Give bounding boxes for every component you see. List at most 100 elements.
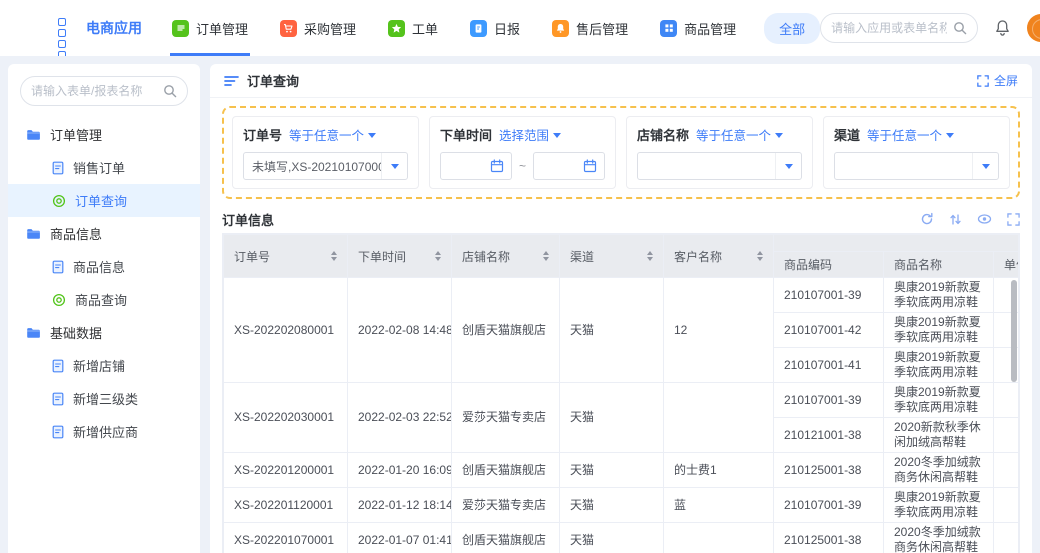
select-arrow-button[interactable] bbox=[775, 153, 801, 179]
cart-icon bbox=[280, 20, 297, 37]
bell-icon bbox=[552, 20, 569, 37]
tree-item[interactable]: 商品查询 bbox=[8, 283, 200, 316]
notification-bell-icon[interactable] bbox=[994, 19, 1011, 37]
column-header[interactable]: 下单时间 bbox=[348, 235, 452, 278]
select-value bbox=[638, 153, 775, 179]
form-icon bbox=[52, 392, 64, 406]
column-header-label: 客户名称 bbox=[674, 248, 722, 265]
tree-item[interactable]: 新增三级类 bbox=[8, 382, 200, 415]
form-icon bbox=[52, 359, 64, 373]
tab-purchase-mgmt[interactable]: 采购管理 bbox=[278, 0, 358, 56]
form-tree: 订单管理销售订单订单查询商品信息商品信息商品查询基础数据新增店铺新增三级类新增供… bbox=[8, 118, 200, 448]
table-row: XS-2022020300012022-02-03 22:52:57爱莎天猫专卖… bbox=[224, 383, 1019, 418]
column-header[interactable]: 渠道 bbox=[560, 235, 664, 278]
sub-column-header[interactable]: 商品名称 bbox=[884, 252, 994, 278]
product-name-cell: 2020新款秋季休闲加绒高帮鞋 bbox=[884, 418, 994, 453]
form-search[interactable] bbox=[20, 76, 188, 106]
sub-column-header[interactable]: 商品编码 bbox=[774, 252, 884, 278]
sort-arrows-icon[interactable] bbox=[757, 248, 763, 264]
tree-folder-label: 商品信息 bbox=[50, 224, 102, 243]
filter-label: 渠道 bbox=[834, 125, 860, 144]
filter-condition-dropdown[interactable]: 选择范围 bbox=[499, 125, 561, 144]
product-name-cell: 奥康2019新款夏季软底两用凉鞋 bbox=[884, 348, 994, 383]
tab-label: 售后管理 bbox=[576, 19, 628, 38]
shop-cell: 创盾天猫旗舰店 bbox=[452, 523, 560, 553]
tab-work-order[interactable]: 工单 bbox=[386, 0, 440, 56]
order-time-cell: 2022-01-12 18:14:22 bbox=[348, 488, 452, 523]
tree-item[interactable]: 销售订单 bbox=[8, 151, 200, 184]
page-header: 订单查询 全屏 bbox=[210, 64, 1032, 98]
tab-daily-report[interactable]: 日报 bbox=[468, 0, 522, 56]
chevron-down-icon bbox=[982, 164, 990, 173]
customer-cell: 12 bbox=[664, 278, 774, 383]
expand-icon[interactable] bbox=[1007, 213, 1020, 226]
tree-item[interactable]: 新增供应商 bbox=[8, 415, 200, 448]
chevron-down-icon bbox=[946, 133, 954, 142]
calendar-icon[interactable] bbox=[583, 159, 597, 173]
product-name-cell: 奥康2019新款夏季软底两用凉鞋 bbox=[884, 383, 994, 418]
select-arrow-button[interactable] bbox=[381, 153, 407, 179]
sort-arrows-icon[interactable] bbox=[647, 248, 653, 264]
tree-item-label: 商品信息 bbox=[73, 257, 125, 276]
product-name-cell: 奥康2019新款夏季软底两用凉鞋 bbox=[884, 278, 994, 313]
filter-condition-label: 等于任意一个 bbox=[289, 125, 364, 144]
topbar: 电商应用 订单管理采购管理工单日报售后管理商品管理 全部 bbox=[0, 0, 1040, 56]
search-icon[interactable] bbox=[163, 84, 177, 98]
customer-cell bbox=[664, 383, 774, 453]
sort-icon[interactable] bbox=[949, 213, 962, 226]
filter-condition-dropdown[interactable]: 等于任意一个 bbox=[696, 125, 783, 144]
visibility-icon[interactable] bbox=[977, 213, 992, 225]
grid-toolbar bbox=[920, 212, 1020, 226]
global-search-input[interactable] bbox=[831, 21, 947, 35]
select-value bbox=[835, 153, 972, 179]
order-time-cell: 2022-02-03 22:52:57 bbox=[348, 383, 452, 453]
sort-arrows-icon[interactable] bbox=[435, 248, 441, 264]
global-search[interactable] bbox=[820, 13, 978, 43]
calendar-icon[interactable] bbox=[490, 159, 504, 173]
tree-item[interactable]: 商品信息 bbox=[8, 250, 200, 283]
order-time-start-input[interactable] bbox=[440, 152, 512, 180]
order-no-cell: XS-202202080001 bbox=[224, 278, 348, 383]
filter-channel: 渠道等于任意一个 bbox=[823, 116, 1010, 189]
tree-item[interactable]: 新增店铺 bbox=[8, 349, 200, 382]
form-search-input[interactable] bbox=[31, 84, 157, 98]
search-icon[interactable] bbox=[953, 21, 967, 35]
shop-name-select[interactable] bbox=[637, 152, 802, 180]
column-header[interactable]: 店铺名称 bbox=[452, 235, 560, 278]
tree-folder[interactable]: 订单管理 bbox=[8, 118, 200, 151]
channel-select[interactable] bbox=[834, 152, 999, 180]
filter-condition-dropdown[interactable]: 等于任意一个 bbox=[289, 125, 376, 144]
order-doc-icon bbox=[172, 20, 189, 37]
app-grid-icon[interactable] bbox=[58, 18, 66, 38]
order-time-cell: 2022-01-20 16:09:37 bbox=[348, 453, 452, 488]
tab-product-mgmt[interactable]: 商品管理 bbox=[658, 0, 738, 56]
order-no-cell: XS-202201120001 bbox=[224, 488, 348, 523]
tab-order-mgmt[interactable]: 订单管理 bbox=[170, 0, 250, 56]
tree-folder[interactable]: 基础数据 bbox=[8, 316, 200, 349]
order-time-end-input[interactable] bbox=[533, 152, 605, 180]
orders-table: 订单号下单时间店铺名称渠道客户名称 商品编码商品名称单价 XS-2022020800… bbox=[223, 234, 1019, 553]
all-apps-button[interactable]: 全部 bbox=[764, 13, 820, 44]
tree-item[interactable]: 订单查询 bbox=[8, 184, 200, 217]
refresh-icon[interactable] bbox=[920, 212, 934, 226]
sort-arrows-icon[interactable] bbox=[331, 248, 337, 264]
grid-title: 订单信息 bbox=[222, 210, 274, 229]
select-arrow-button[interactable] bbox=[972, 153, 998, 179]
sort-arrows-icon[interactable] bbox=[543, 248, 549, 264]
tree-folder-label: 订单管理 bbox=[50, 125, 102, 144]
tree-folder[interactable]: 商品信息 bbox=[8, 217, 200, 250]
tree-item-label: 新增三级类 bbox=[73, 389, 138, 408]
fullscreen-button[interactable]: 全屏 bbox=[977, 72, 1018, 89]
order-no-select[interactable]: 未填写,XS-20210107000... bbox=[243, 152, 408, 180]
column-header[interactable]: 客户名称 bbox=[664, 235, 774, 278]
user-avatar[interactable] bbox=[1027, 14, 1040, 42]
filter-condition-dropdown[interactable]: 等于任意一个 bbox=[867, 125, 954, 144]
select-value: 未填写,XS-20210107000... bbox=[244, 153, 381, 179]
tree-item-label: 新增店铺 bbox=[73, 356, 125, 375]
tree-item-label: 订单查询 bbox=[75, 191, 127, 210]
vertical-scrollbar[interactable] bbox=[1011, 280, 1017, 382]
tab-aftersale-mgmt[interactable]: 售后管理 bbox=[550, 0, 630, 56]
folder-icon bbox=[26, 128, 41, 141]
sub-column-header[interactable]: 单价 bbox=[994, 252, 1019, 278]
column-header[interactable]: 订单号 bbox=[224, 235, 348, 278]
